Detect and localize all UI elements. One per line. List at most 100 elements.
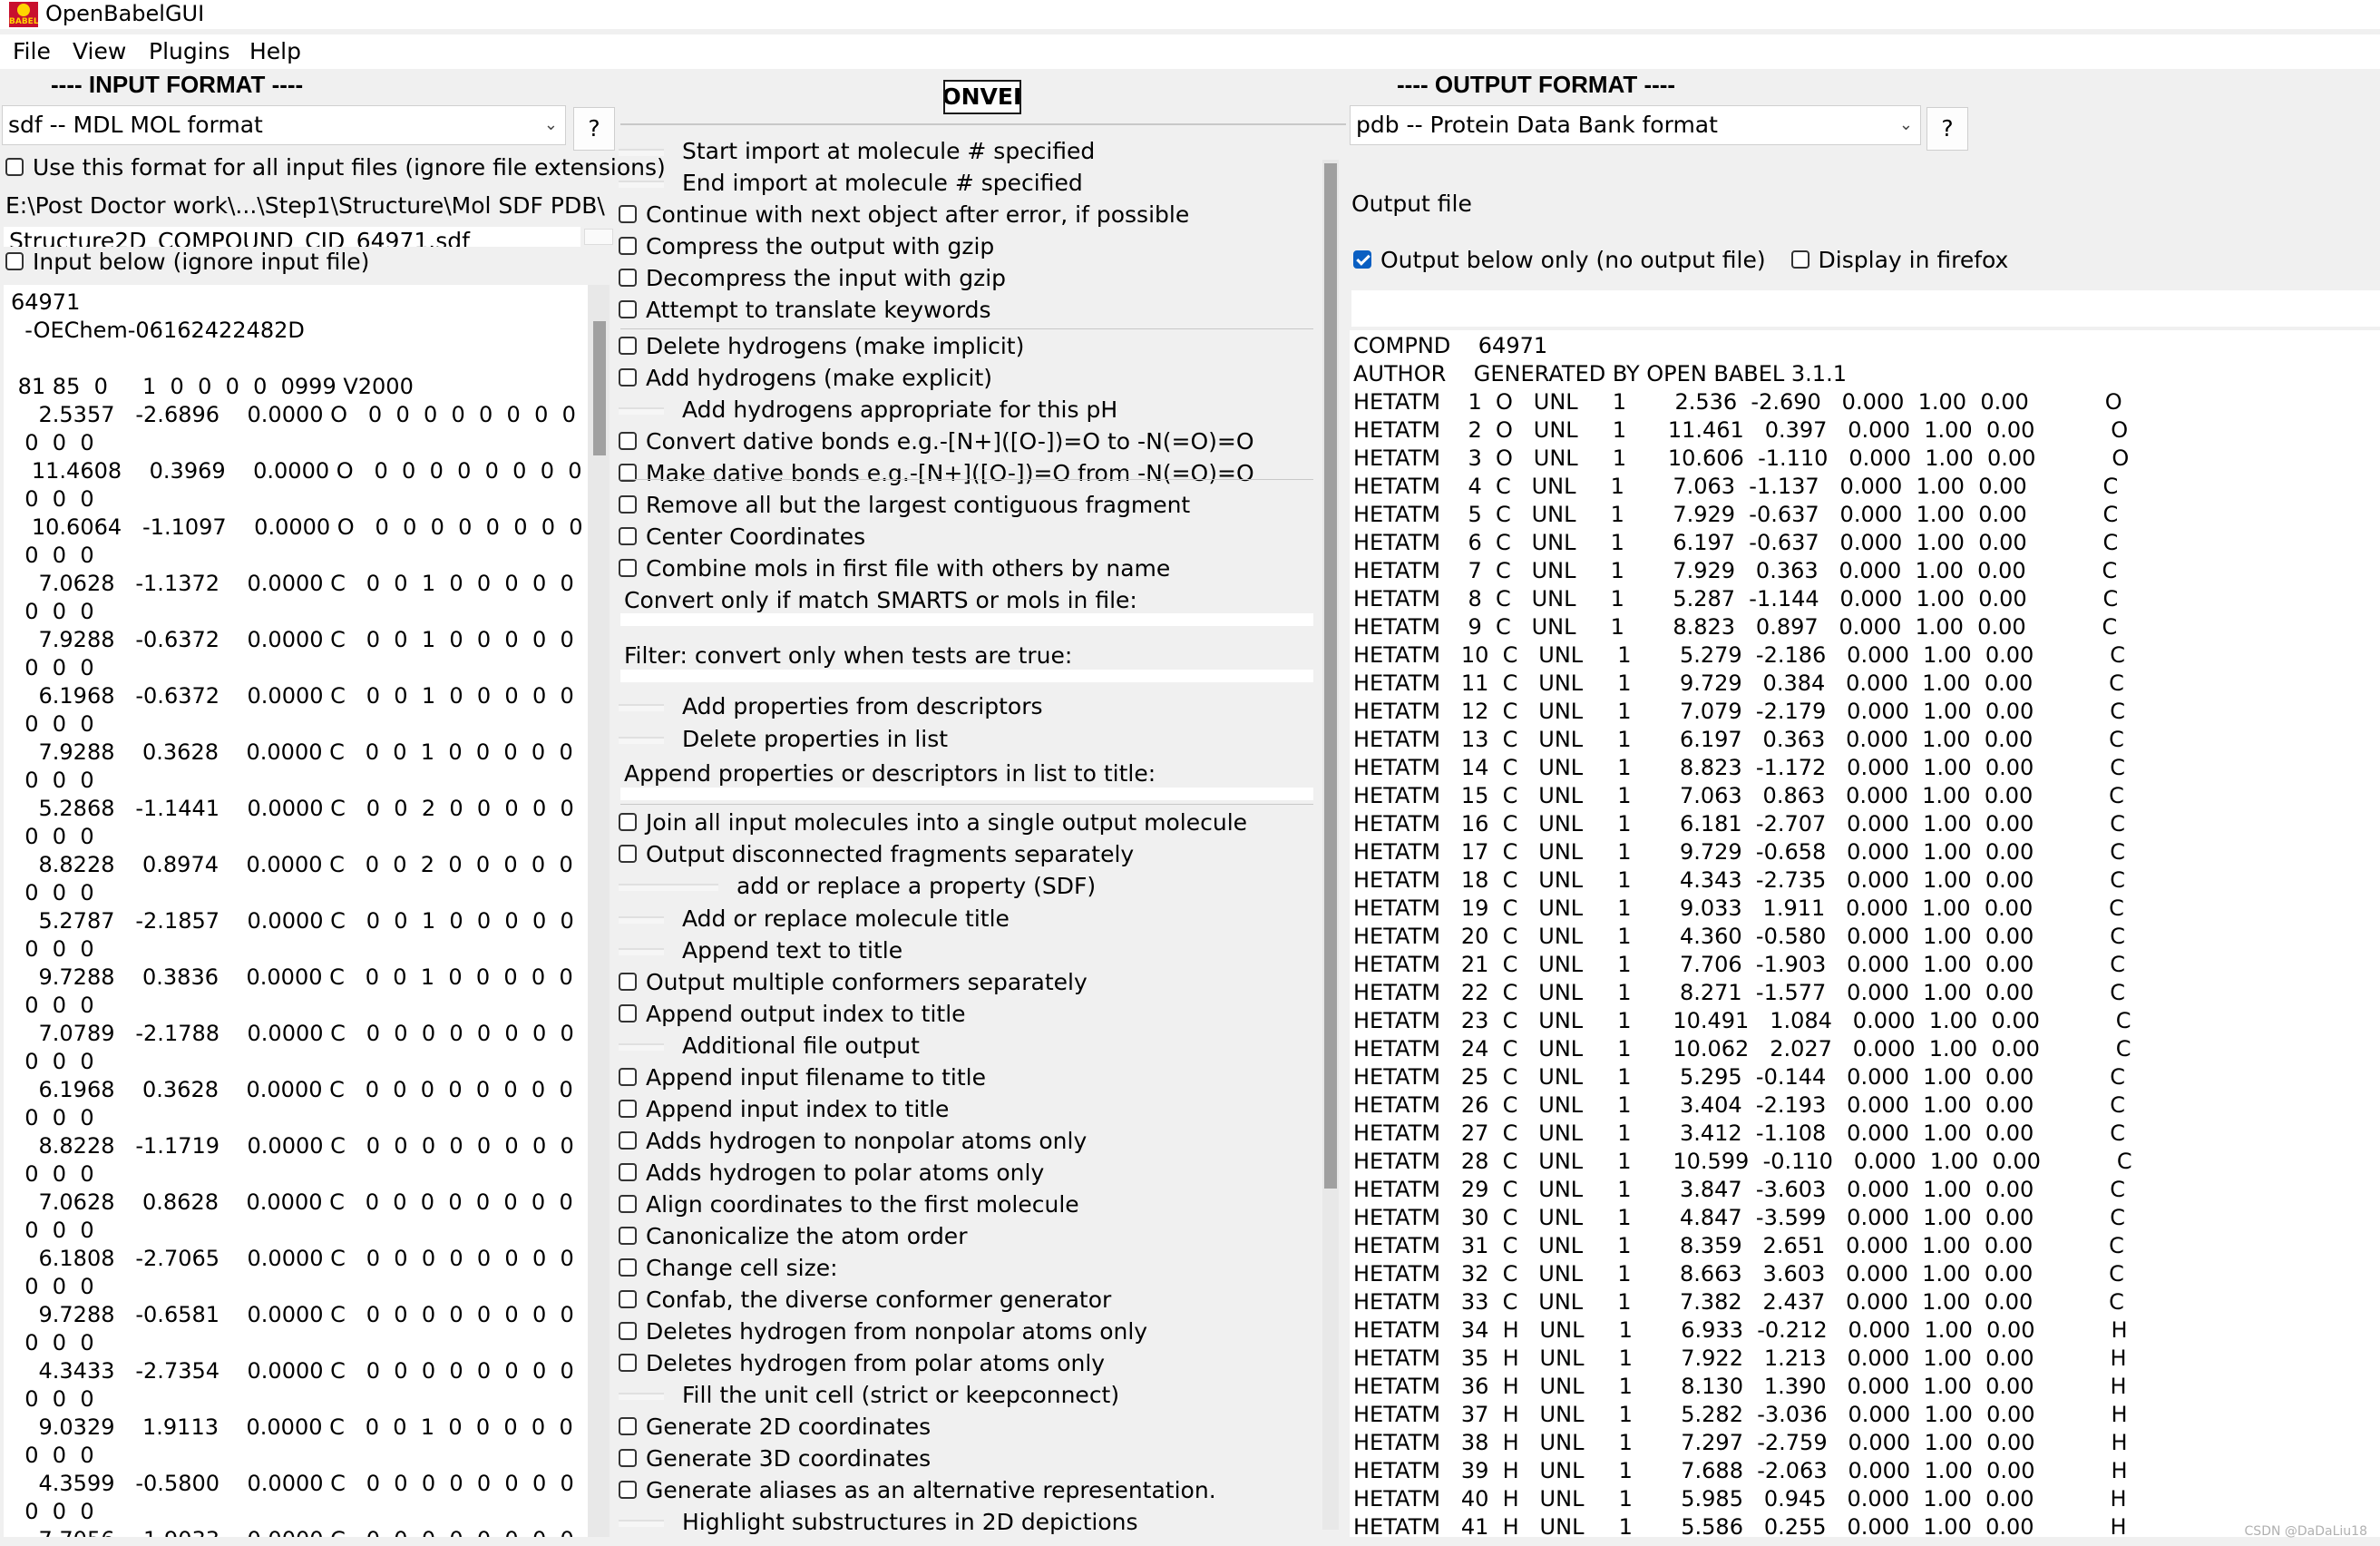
option-value-field[interactable]: [619, 407, 664, 415]
menu-file[interactable]: File: [13, 38, 51, 65]
option-value-field[interactable]: [619, 884, 718, 891]
option-text-field[interactable]: [620, 788, 1313, 800]
display-firefox-checkbox[interactable]: [1790, 250, 1809, 269]
menu-view[interactable]: View: [73, 38, 126, 65]
option-checkbox[interactable]: [619, 845, 637, 863]
option-checkbox[interactable]: [619, 368, 637, 386]
use-format-all-checkbox[interactable]: [5, 158, 24, 176]
option-value-field[interactable]: [619, 704, 664, 711]
option-label: Delete hydrogens (make implicit): [646, 333, 1025, 359]
option-row[interactable]: Generate 3D coordinates: [619, 1443, 931, 1474]
output-below-row[interactable]: Output below only (no output file) Displ…: [1353, 245, 2008, 276]
option-row[interactable]: Generate aliases as an alternative repre…: [619, 1475, 1216, 1506]
option-checkbox[interactable]: [619, 1131, 637, 1150]
option-row[interactable]: Convert dative bonds e.g.-[N+]([O-])=O t…: [619, 426, 1254, 457]
option-checkbox[interactable]: [619, 1322, 637, 1340]
option-text-field[interactable]: [620, 613, 1313, 626]
input-format-help-button[interactable]: ?: [573, 107, 615, 151]
option-label: Generate 3D coordinates: [646, 1445, 932, 1472]
option-row[interactable]: Change cell size:: [619, 1253, 838, 1284]
option-checkbox[interactable]: [619, 1354, 637, 1372]
option-checkbox[interactable]: [619, 1417, 637, 1435]
output-format-select[interactable]: pdb -- Protein Data Bank format ⌄: [1350, 105, 1921, 145]
menu-help[interactable]: Help: [249, 38, 301, 65]
option-row[interactable]: Adds hydrogen to nonpolar atoms only: [619, 1126, 1087, 1157]
option-label: Adds hydrogen to nonpolar atoms only: [646, 1128, 1088, 1154]
option-checkbox[interactable]: [619, 1449, 637, 1467]
option-checkbox[interactable]: [619, 300, 637, 318]
option-checkbox[interactable]: [619, 1258, 637, 1277]
option-value-field[interactable]: [619, 1043, 664, 1051]
output-below-checkbox[interactable]: [1353, 250, 1371, 269]
option-row[interactable]: Generate 2D coordinates: [619, 1412, 931, 1443]
option-row[interactable]: Add hydrogens (make explicit): [619, 363, 992, 394]
option-value-field[interactable]: [619, 916, 664, 924]
option-checkbox[interactable]: [619, 1163, 637, 1181]
output-file-field[interactable]: [1351, 290, 2380, 327]
option-checkbox[interactable]: [619, 1481, 637, 1499]
option-checkbox[interactable]: [619, 1068, 637, 1086]
option-row: Filter: convert only when tests are true…: [624, 641, 1072, 671]
option-row[interactable]: Adds hydrogen to polar atoms only: [619, 1158, 1044, 1189]
option-row[interactable]: Align coordinates to the first molecule: [619, 1189, 1079, 1220]
option-row[interactable]: Append input index to title: [619, 1094, 949, 1125]
option-checkbox[interactable]: [619, 269, 637, 287]
option-row[interactable]: Compress the output with gzip: [619, 231, 994, 262]
option-row[interactable]: Append input filename to title: [619, 1062, 986, 1093]
option-checkbox[interactable]: [619, 1290, 637, 1308]
option-row[interactable]: Continue with next object after error, i…: [619, 200, 1189, 230]
option-row[interactable]: Center Coordinates: [619, 522, 865, 553]
option-value-field[interactable]: [619, 149, 664, 156]
option-checkbox[interactable]: [619, 237, 637, 255]
output-format-help-button[interactable]: ?: [1926, 107, 1968, 151]
option-row[interactable]: Join all input molecules into a single o…: [619, 807, 1247, 838]
option-row[interactable]: Output multiple conformers separately: [619, 967, 1088, 998]
options-scrollbar-thumb[interactable]: [1324, 163, 1337, 1189]
options-top-divider: [620, 123, 1346, 125]
option-label: Additional file output: [682, 1032, 920, 1059]
option-value-field[interactable]: [619, 737, 664, 744]
option-checkbox[interactable]: [619, 1100, 637, 1118]
input-below-checkbox[interactable]: [5, 252, 24, 270]
output-text-area[interactable]: COMPND 64971 AUTHOR GENERATED BY OPEN BA…: [1350, 330, 2380, 1537]
input-text-area[interactable]: 64971 -OEChem-06162422482D 81 85 0 1 0 0…: [4, 285, 610, 1537]
option-row[interactable]: Deletes hydrogen from nonpolar atoms onl…: [619, 1316, 1147, 1347]
input-format-select[interactable]: sdf -- MDL MOL format ⌄: [2, 105, 566, 145]
option-row[interactable]: Combine mols in first file with others b…: [619, 553, 1170, 584]
option-checkbox[interactable]: [619, 973, 637, 991]
option-value-field[interactable]: [619, 181, 664, 188]
option-row[interactable]: Output disconnected fragments separately: [619, 839, 1134, 870]
option-row[interactable]: Attempt to translate keywords: [619, 295, 991, 326]
menu-plugins[interactable]: Plugins: [149, 38, 230, 65]
use-format-all-row[interactable]: Use this format for all input files (ign…: [5, 152, 666, 183]
option-checkbox[interactable]: [619, 1195, 637, 1213]
input-scrollbar-thumb[interactable]: [593, 321, 606, 455]
option-row[interactable]: Canonicalize the atom order: [619, 1221, 967, 1252]
option-value-field[interactable]: [619, 948, 664, 955]
option-value-field[interactable]: [619, 1393, 664, 1400]
option-text-field[interactable]: [620, 670, 1313, 682]
option-checkbox[interactable]: [619, 527, 637, 545]
option-checkbox[interactable]: [619, 337, 637, 355]
option-checkbox[interactable]: [619, 813, 637, 831]
option-label: Generate 2D coordinates: [646, 1414, 932, 1440]
option-checkbox[interactable]: [619, 205, 637, 223]
option-checkbox[interactable]: [619, 495, 637, 514]
option-row[interactable]: Decompress the input with gzip: [619, 263, 1006, 294]
option-checkbox[interactable]: [619, 1227, 637, 1245]
option-row[interactable]: Confab, the diverse conformer generator: [619, 1285, 1111, 1316]
option-row[interactable]: Delete hydrogens (make implicit): [619, 331, 1024, 362]
option-checkbox[interactable]: [619, 432, 637, 450]
input-file-browse-button[interactable]: [584, 229, 613, 245]
option-row[interactable]: Make dative bonds e.g.-[N+]([O-])=O from…: [619, 458, 1254, 489]
option-checkbox[interactable]: [619, 559, 637, 577]
option-checkbox[interactable]: [619, 1004, 637, 1023]
option-row[interactable]: Deletes hydrogen from polar atoms only: [619, 1348, 1105, 1379]
input-scrollbar[interactable]: [588, 285, 610, 1537]
option-row[interactable]: Append output index to title: [619, 999, 966, 1030]
input-filename-field[interactable]: Structure2D_COMPOUND_CID_64971.sdf: [4, 227, 580, 247]
option-value-field[interactable]: [619, 1520, 664, 1527]
option-row[interactable]: Remove all but the largest contiguous fr…: [619, 490, 1190, 521]
input-below-row[interactable]: Input below (ignore input file): [5, 247, 369, 278]
convert-button[interactable]: CONVERT: [943, 80, 1021, 114]
